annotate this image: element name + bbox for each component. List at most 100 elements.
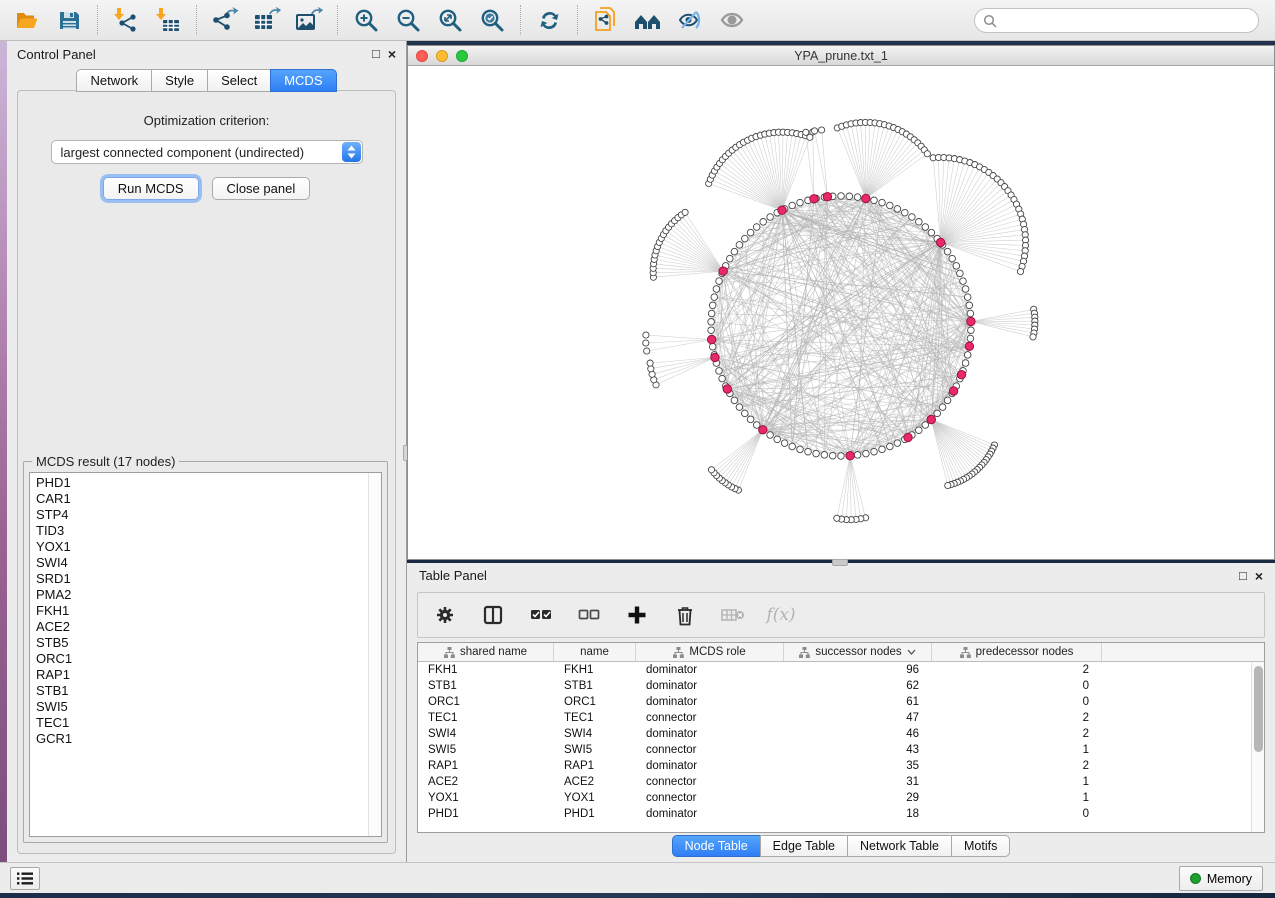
table-row[interactable]: PHD1PHD1dominator180 <box>418 806 1264 822</box>
network-node[interactable] <box>949 255 956 262</box>
tab-select[interactable]: Select <box>207 69 270 92</box>
network-node[interactable] <box>863 450 870 457</box>
network-node[interactable] <box>736 404 743 411</box>
network-node[interactable] <box>644 348 650 354</box>
network-node[interactable] <box>960 278 967 285</box>
columns-icon[interactable] <box>480 602 506 628</box>
network-node[interactable] <box>962 286 969 293</box>
zoom-out-icon[interactable] <box>392 4 424 36</box>
panel-menu-button[interactable] <box>10 867 40 890</box>
network-node[interactable] <box>682 209 688 215</box>
network-hub-node[interactable] <box>719 267 727 275</box>
network-node[interactable] <box>964 294 971 301</box>
network-node[interactable] <box>902 209 909 216</box>
network-node[interactable] <box>643 332 649 338</box>
network-node[interactable] <box>709 343 716 350</box>
network-hub-node[interactable] <box>711 353 719 361</box>
float-panel-icon[interactable]: □ <box>372 47 380 61</box>
network-node[interactable] <box>854 194 861 201</box>
network-canvas[interactable] <box>408 66 1274 559</box>
network-node[interactable] <box>731 397 738 404</box>
network-hub-node[interactable] <box>823 193 831 201</box>
network-node[interactable] <box>727 255 734 262</box>
deselect-all-icon[interactable] <box>576 602 602 628</box>
network-hub-node[interactable] <box>846 452 854 460</box>
float-table-panel-icon[interactable]: □ <box>1239 569 1247 583</box>
close-table-panel-icon[interactable]: × <box>1255 569 1263 583</box>
network-node[interactable] <box>805 448 812 455</box>
export-network-icon[interactable] <box>209 4 241 36</box>
network-node[interactable] <box>953 263 960 270</box>
table-row[interactable]: RAP1RAP1dominator352 <box>418 758 1264 774</box>
network-node[interactable] <box>747 229 754 236</box>
network-node[interactable] <box>709 302 716 309</box>
network-node[interactable] <box>916 219 923 226</box>
zoom-fit-icon[interactable] <box>434 4 466 36</box>
mcds-result-item[interactable]: SRD1 <box>36 571 381 587</box>
export-table-icon[interactable] <box>251 4 283 36</box>
network-node[interactable] <box>760 219 767 226</box>
table-row[interactable]: ACE2ACE2connector311 <box>418 774 1264 790</box>
network-node[interactable] <box>922 422 929 429</box>
tab-edge-table[interactable]: Edge Table <box>760 835 847 857</box>
network-node[interactable] <box>967 310 974 317</box>
mcds-result-item[interactable]: TID3 <box>36 523 381 539</box>
network-node[interactable] <box>708 467 714 473</box>
mcds-result-item[interactable]: RAP1 <box>36 667 381 683</box>
network-hub-node[interactable] <box>862 194 870 202</box>
network-node[interactable] <box>708 319 715 326</box>
network-node[interactable] <box>647 360 653 366</box>
network-node[interactable] <box>944 397 951 404</box>
network-node[interactable] <box>854 452 861 459</box>
close-panel-icon[interactable]: × <box>388 47 396 61</box>
mcds-result-item[interactable]: CAR1 <box>36 491 381 507</box>
zoom-in-icon[interactable] <box>350 4 382 36</box>
column-header-MCDS-role[interactable]: MCDS role <box>636 643 784 661</box>
table-row[interactable]: YOX1YOX1connector291 <box>418 790 1264 806</box>
network-hub-node[interactable] <box>904 433 912 441</box>
tab-style[interactable]: Style <box>151 69 207 92</box>
table-row[interactable]: SWI4SWI4dominator462 <box>418 726 1264 742</box>
network-node[interactable] <box>736 242 743 249</box>
network-node[interactable] <box>789 202 796 209</box>
network-node[interactable] <box>781 440 788 447</box>
network-node[interactable] <box>713 286 720 293</box>
network-node[interactable] <box>894 206 901 213</box>
tab-network-table[interactable]: Network Table <box>847 835 951 857</box>
mcds-result-item[interactable]: TEC1 <box>36 715 381 731</box>
network-node[interactable] <box>803 129 809 135</box>
network-node[interactable] <box>957 270 964 277</box>
mcds-result-item[interactable]: STB5 <box>36 635 381 651</box>
import-table-icon[interactable] <box>152 4 184 36</box>
mcds-result-item[interactable]: PMA2 <box>36 587 381 603</box>
network-node[interactable] <box>871 197 878 204</box>
add-icon[interactable] <box>624 602 650 628</box>
settings-gear-icon[interactable] <box>432 602 458 628</box>
table-row[interactable]: ORC1ORC1dominator610 <box>418 694 1264 710</box>
network-node[interactable] <box>829 452 836 459</box>
network-node[interactable] <box>1017 268 1023 274</box>
mcds-result-item[interactable]: SWI5 <box>36 699 381 715</box>
mcds-result-item[interactable]: PHD1 <box>36 475 381 491</box>
network-node[interactable] <box>909 214 916 221</box>
network-node[interactable] <box>708 327 715 334</box>
column-header-shared-name[interactable]: shared name <box>418 643 554 661</box>
table-splitter-grip[interactable] <box>832 559 848 566</box>
network-node[interactable] <box>767 214 774 221</box>
network-node[interactable] <box>928 229 935 236</box>
network-node[interactable] <box>934 410 941 417</box>
column-header-successor-nodes[interactable]: successor nodes <box>784 643 932 661</box>
network-node[interactable] <box>797 446 804 453</box>
column-header-predecessor-nodes[interactable]: predecessor nodes <box>932 643 1102 661</box>
network-node[interactable] <box>708 310 715 317</box>
table-row[interactable]: TEC1TEC1connector472 <box>418 710 1264 726</box>
mcds-result-item[interactable]: STB1 <box>36 683 381 699</box>
table-row[interactable]: STB1STB1dominator620 <box>418 678 1264 694</box>
network-node[interactable] <box>742 235 749 242</box>
save-session-icon[interactable] <box>53 4 85 36</box>
network-hub-node[interactable] <box>936 238 944 246</box>
network-node[interactable] <box>939 404 946 411</box>
search-box[interactable] <box>974 8 1259 33</box>
network-node[interactable] <box>719 375 726 382</box>
network-node[interactable] <box>964 352 971 359</box>
